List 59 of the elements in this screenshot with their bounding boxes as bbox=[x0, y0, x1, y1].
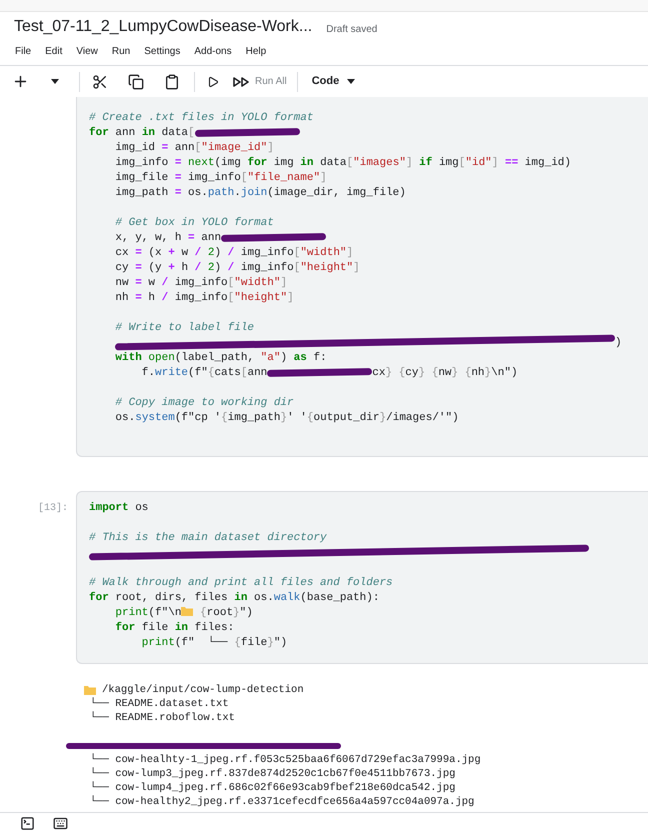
code-line: x, y, w, h = ann bbox=[89, 231, 648, 246]
keyboard-icon[interactable] bbox=[53, 816, 68, 831]
code-line: for root, dirs, files in os.walk(base_path): bbox=[89, 591, 380, 606]
code-cell[interactable]: import os # This is the main dataset directory # Walk through and print all files and folders for root, dirs, files in os.walk(base_path): print(f"\n {root}") for file in files: print(f" └── {file}") bbox=[76, 491, 648, 664]
code-line: img_file = img_info["file_name"] bbox=[114, 171, 328, 186]
output-line: └── README.dataset.txt bbox=[90, 698, 229, 710]
clipboard-icon bbox=[164, 74, 180, 90]
notebook-title[interactable]: Test_07-11_2_LumpyCowDisease-Work... bbox=[14, 15, 312, 39]
run-all-button[interactable]: Run All bbox=[233, 74, 287, 89]
scissors-icon bbox=[92, 74, 108, 90]
folder-icon bbox=[181, 606, 194, 616]
code-line: print(f" └── {file}") bbox=[140, 636, 288, 651]
code-line: with open(label_path, "a") as f: bbox=[114, 351, 328, 366]
caret-icon bbox=[347, 79, 356, 84]
menu-item[interactable]: Edit bbox=[45, 44, 62, 59]
code-line: cy = (y + h / 2) / img_info["height"] bbox=[114, 261, 361, 276]
code-line: img_info = next(img for img in data["images"] if img["id"] == img_id) bbox=[114, 156, 572, 171]
code-line: # Write to label file bbox=[114, 321, 256, 336]
code-line: # Create .txt files in YOLO format bbox=[89, 111, 314, 126]
copy-icon bbox=[128, 74, 144, 90]
code-line: os.system(f"cp '{img_path}' '{output_dir}/images/'") bbox=[114, 411, 460, 426]
code-line: for ann in data[ bbox=[89, 126, 648, 141]
play-icon bbox=[207, 76, 219, 88]
code-line: for file in files: bbox=[114, 621, 236, 636]
execution-count: [13]: bbox=[38, 502, 68, 516]
code-cell[interactable] bbox=[76, 97, 648, 457]
caret-icon bbox=[51, 79, 59, 84]
code-line: ) bbox=[89, 336, 648, 351]
menu-item[interactable]: Add-ons bbox=[194, 44, 232, 59]
code-line: # Get box in YOLO format bbox=[114, 216, 275, 231]
code-line: # Walk through and print all files and folders bbox=[89, 576, 394, 591]
menu-item[interactable]: File bbox=[15, 44, 32, 59]
folder-icon bbox=[84, 685, 96, 695]
code-line: # Copy image to working dir bbox=[114, 396, 295, 411]
code-line: f.write(f"{cats[ann cx} {cy} {nw} {nh}\n") bbox=[140, 366, 519, 381]
menu-item[interactable]: Run bbox=[112, 44, 130, 59]
code-line: nh = h / img_info["height"] bbox=[114, 291, 295, 306]
save-status: Draft saved bbox=[326, 23, 378, 37]
menu-item[interactable]: Help bbox=[246, 44, 266, 59]
output-line: /kaggle/input/cow-lump-detection bbox=[102, 683, 304, 697]
output-line: └── cow-lump3_jpeg.rf.837de874d2520c1cb67f0e4511bb7673.jpg bbox=[90, 768, 456, 780]
output-line: └── cow-lump4_jpeg.rf.686c02f66e93cab9fbef218e60dca542.jpg bbox=[90, 782, 456, 794]
plus-icon bbox=[12, 73, 29, 90]
code-line: img_path = os.path.join(image_dir, img_file) bbox=[114, 186, 407, 201]
code-line: # This is the main dataset directory bbox=[89, 531, 328, 546]
code-line: cx = (x + w / 2) / img_info["width"] bbox=[114, 246, 354, 261]
code-line: img_id = ann["image_id"] bbox=[114, 141, 275, 156]
copy-button[interactable] bbox=[126, 72, 146, 92]
code-line: print(f"\n {root}") bbox=[114, 606, 254, 621]
menu-item[interactable]: Settings bbox=[144, 44, 180, 59]
output-line: └── cow-healthy2_jpeg.rf.e3371cefecdfce656a4a597cc04a097a.jpg bbox=[90, 796, 474, 808]
cell-type-dropdown[interactable]: Code bbox=[308, 73, 360, 90]
code-line: import os bbox=[89, 501, 150, 516]
terminal-icon[interactable] bbox=[20, 816, 35, 831]
code-line: nw = w / img_info["width"] bbox=[114, 276, 288, 291]
output-line: └── README.roboflow.txt bbox=[90, 712, 235, 724]
fast-forward-icon bbox=[233, 76, 249, 86]
menu-item[interactable]: View bbox=[76, 44, 98, 59]
output-line: └── cow-healhty-1_jpeg.rf.f053c525baa6f6067d729efac3a7999a.jpg bbox=[90, 754, 481, 766]
